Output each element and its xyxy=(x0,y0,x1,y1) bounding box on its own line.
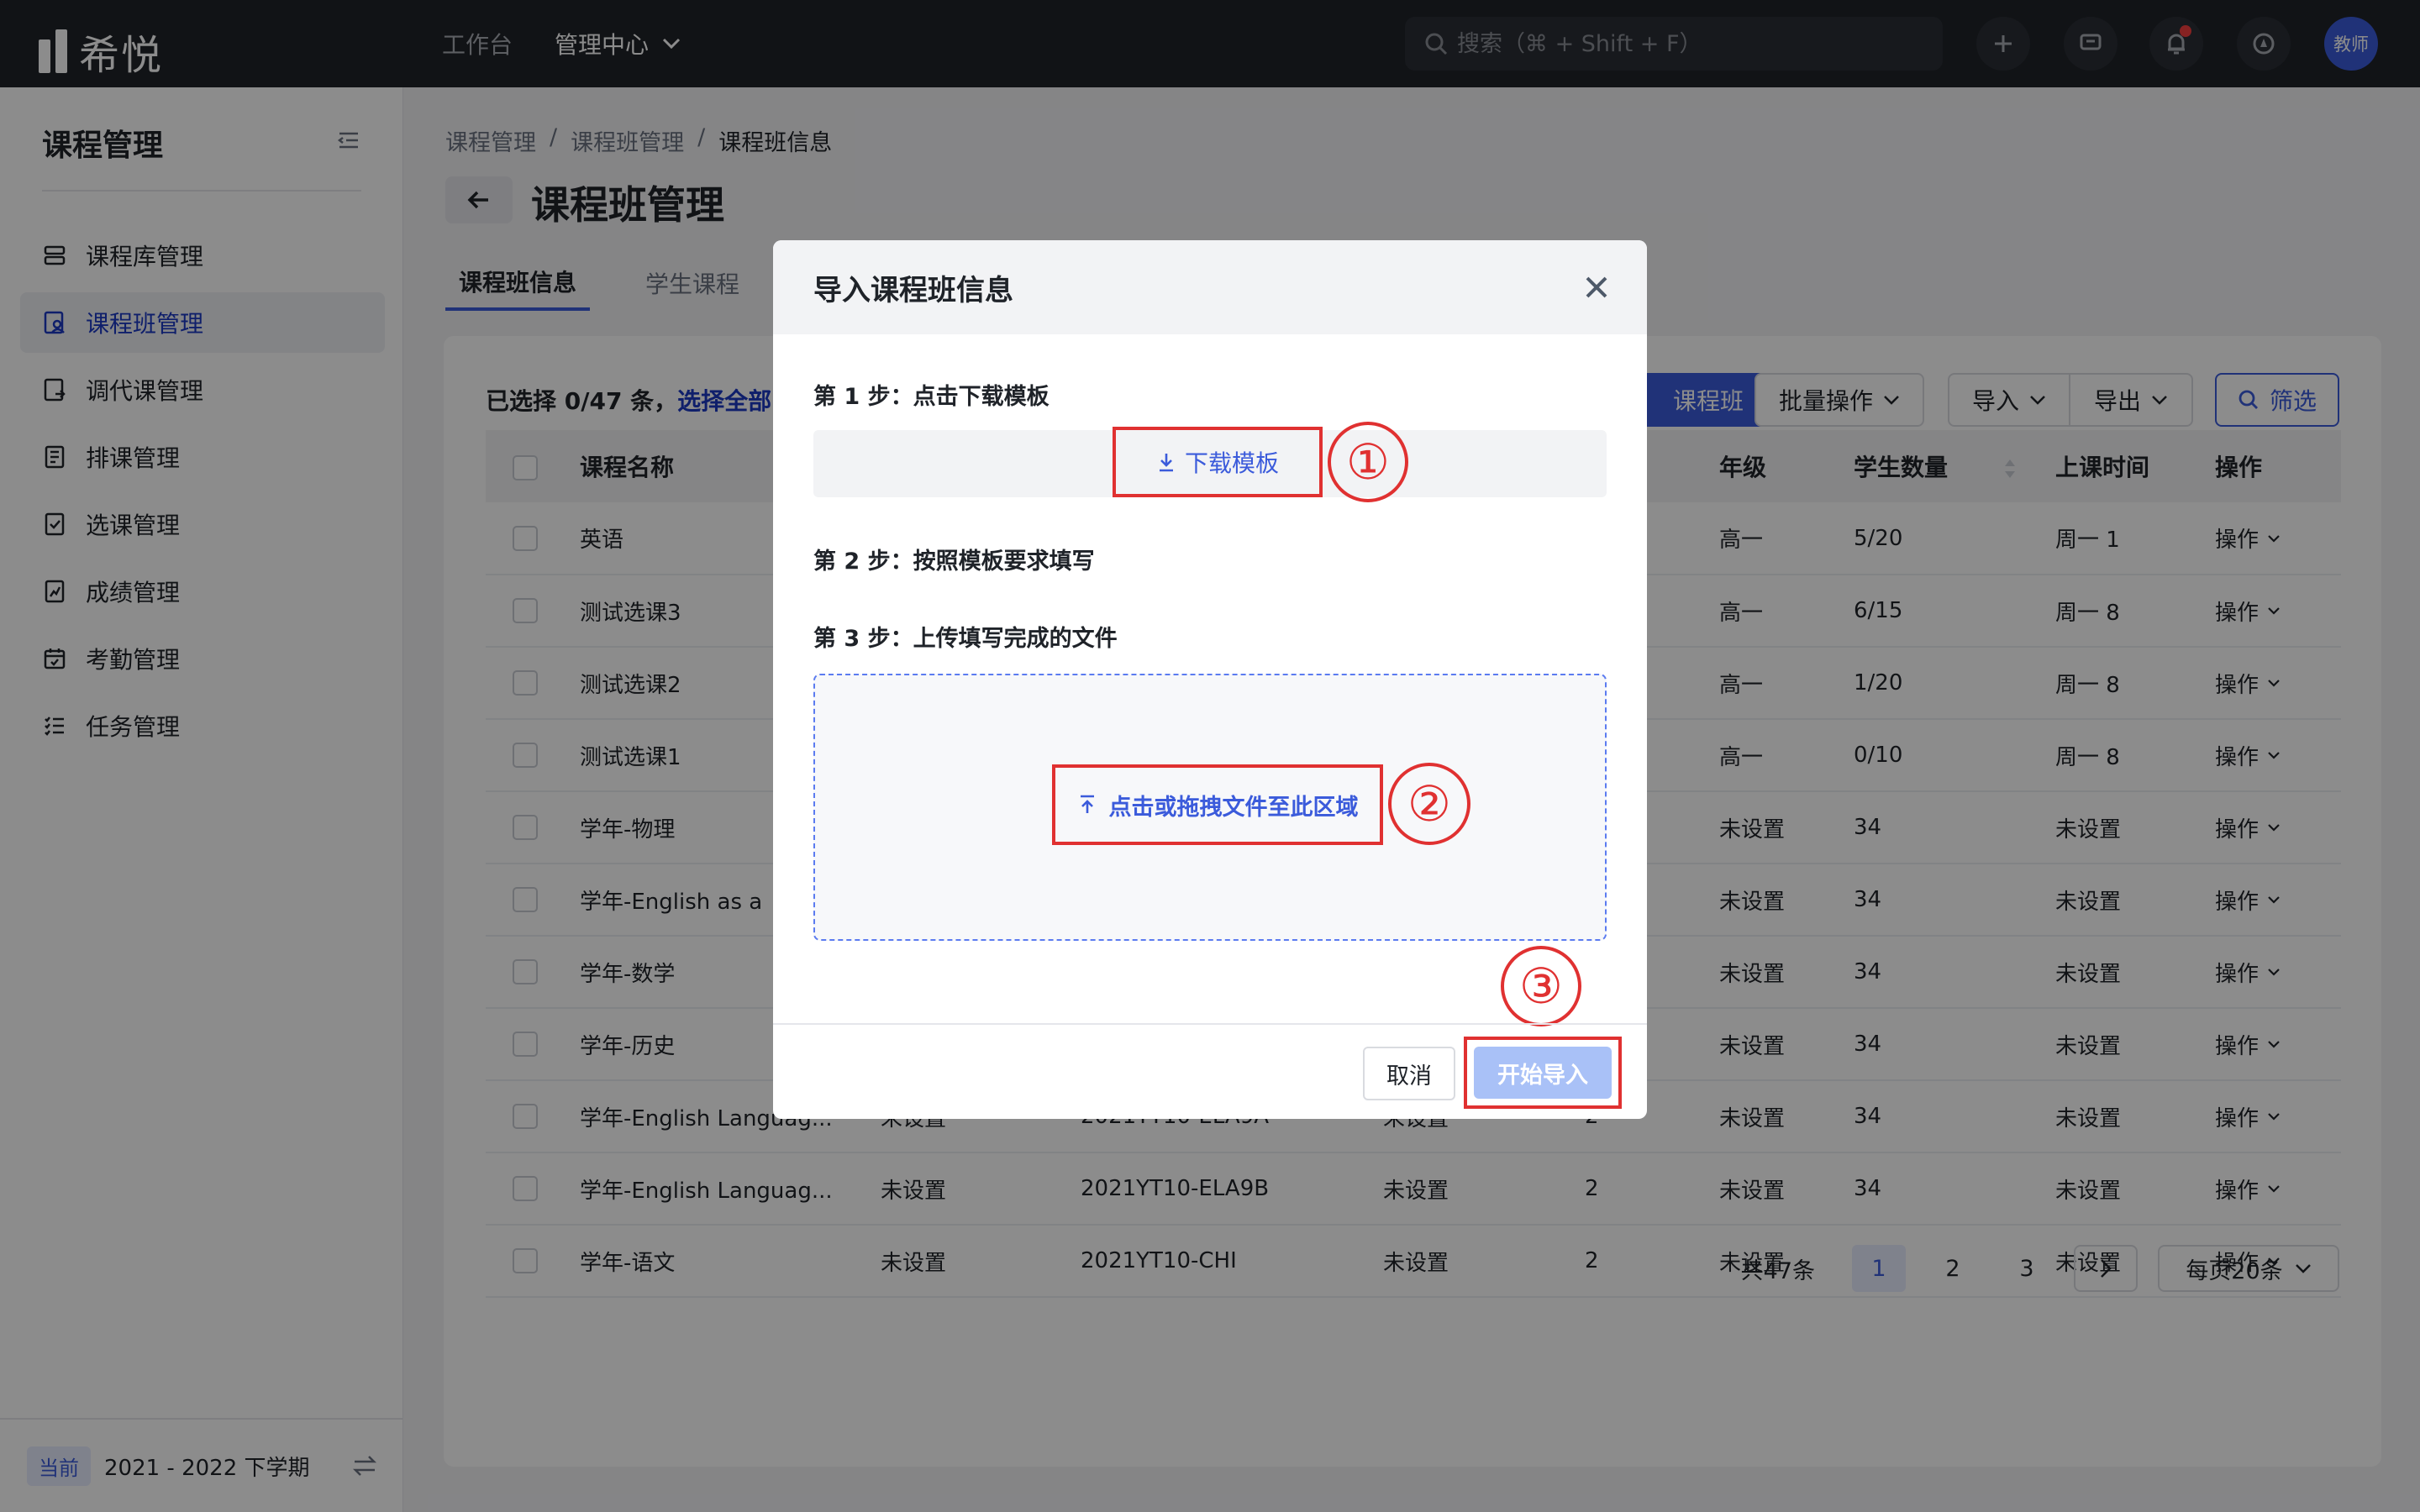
download-icon xyxy=(1159,454,1173,472)
annotation-step-1: ① xyxy=(1328,422,1408,502)
step-3-label: 第 3 步：上传填写完成的文件 xyxy=(813,626,1118,652)
dialog-footer: 取消 开始导入 xyxy=(773,1023,1647,1119)
cancel-button[interactable]: 取消 xyxy=(1363,1047,1455,1100)
download-template-label: 下载模板 xyxy=(1184,449,1279,477)
start-import-button[interactable]: 开始导入 xyxy=(1474,1047,1612,1099)
close-button[interactable] xyxy=(1576,267,1617,307)
import-dialog: 导入课程班信息 第 1 步：点击下载模板 下载模板 ① 第 2 步：按照模板要求… xyxy=(773,240,1647,1119)
upload-trigger[interactable]: 点击或拖拽文件至此区域 xyxy=(1052,764,1383,845)
dialog-title: 导入课程班信息 xyxy=(813,273,1013,307)
annotation-step-2: ② xyxy=(1388,763,1470,845)
start-import-highlight: 开始导入 xyxy=(1464,1037,1622,1109)
upload-label: 点击或拖拽文件至此区域 xyxy=(1108,794,1359,821)
upload-icon xyxy=(1080,795,1094,813)
step-2-label: 第 2 步：按照模板要求填写 xyxy=(813,549,1095,575)
step-1-label: 第 1 步：点击下载模板 xyxy=(813,384,1050,410)
annotation-step-3: ③ xyxy=(1501,946,1581,1026)
upload-dropzone[interactable]: 点击或拖拽文件至此区域 ② xyxy=(813,674,1607,941)
dialog-header: 导入课程班信息 xyxy=(773,240,1647,334)
download-template-button[interactable]: 下载模板 xyxy=(1113,427,1323,497)
close-icon xyxy=(1586,276,1607,298)
